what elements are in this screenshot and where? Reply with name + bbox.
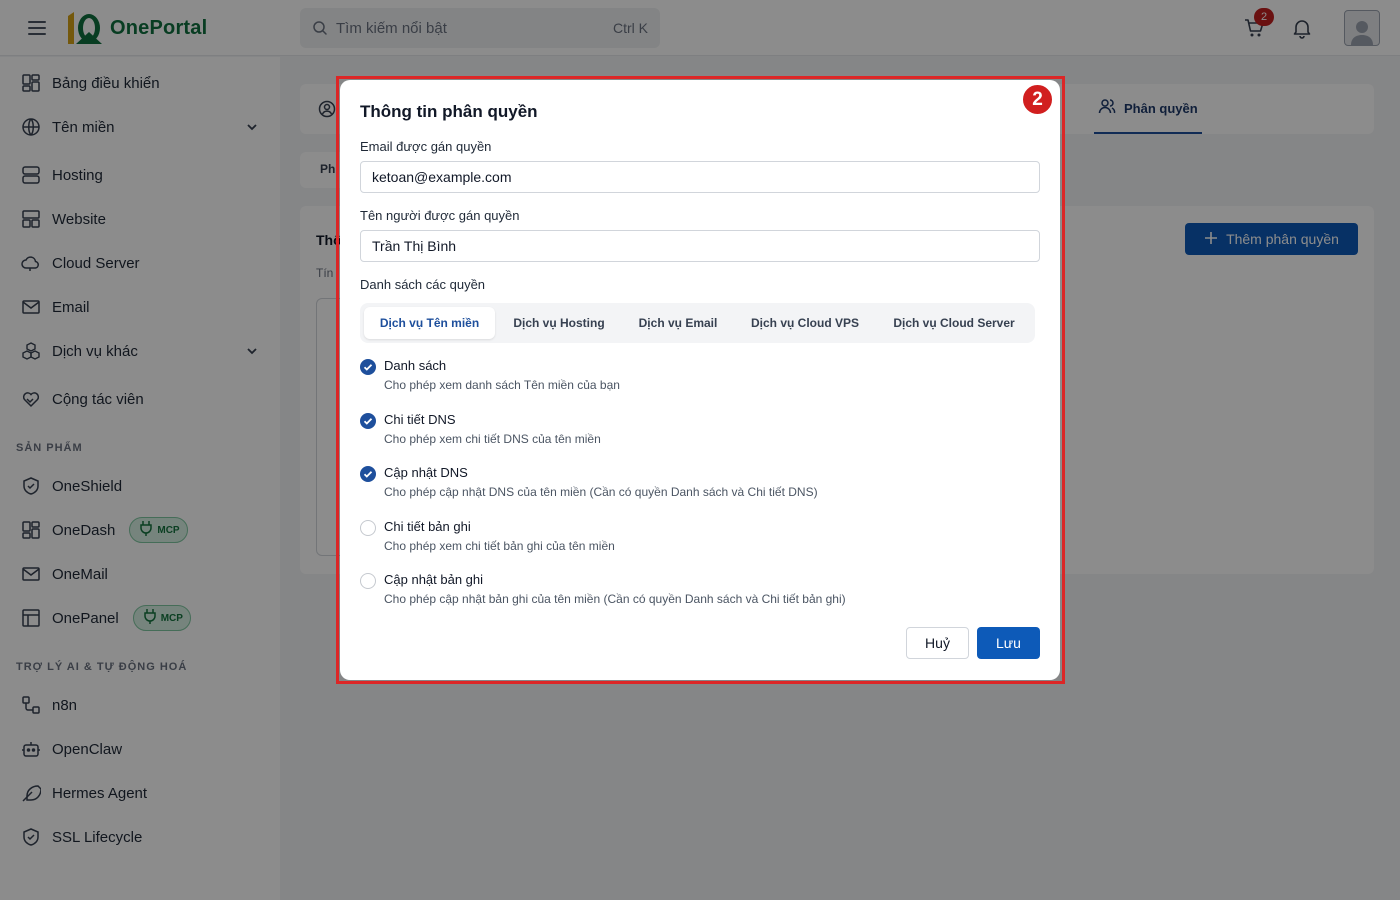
- tab-cloud-vps-service[interactable]: Dịch vụ Cloud VPS: [737, 307, 873, 339]
- tab-hosting-service[interactable]: Dịch vụ Hosting: [499, 307, 619, 339]
- tab-domain-service[interactable]: Dịch vụ Tên miền: [364, 307, 495, 339]
- email-field[interactable]: [360, 161, 1040, 193]
- tab-email-service[interactable]: Dịch vụ Email: [623, 307, 733, 339]
- permission-row: Cập nhật bản ghi Cho phép cập nhật bản g…: [360, 572, 1040, 618]
- permission-desc: Cho phép xem chi tiết bản ghi của tên mi…: [384, 539, 615, 553]
- email-label: Email được gán quyền: [360, 139, 492, 154]
- permission-name: Danh sách: [384, 358, 447, 373]
- tab-cloud-server-service[interactable]: Dịch vụ Cloud Server: [877, 307, 1031, 339]
- step-number-badge: 2: [1021, 83, 1054, 116]
- save-button[interactable]: Lưu: [977, 627, 1040, 659]
- permission-name: Chi tiết DNS: [384, 412, 456, 427]
- cancel-button[interactable]: Huỷ: [906, 627, 969, 659]
- permission-row: Chi tiết bản ghi Cho phép xem chi tiết b…: [360, 519, 1040, 565]
- checkbox-checked[interactable]: [360, 359, 376, 375]
- service-tabs: Dịch vụ Tên miền Dịch vụ Hosting Dịch vụ…: [360, 303, 1035, 343]
- name-field[interactable]: [360, 230, 1040, 262]
- permission-list-label: Danh sách các quyền: [360, 277, 486, 292]
- modal-title: Thông tin phân quyền: [360, 102, 538, 121]
- permission-row: Cập nhật DNS Cho phép cập nhật DNS của t…: [360, 465, 1040, 511]
- permission-name: Chi tiết bản ghi: [384, 519, 471, 534]
- checkbox-unchecked[interactable]: [360, 520, 376, 536]
- permission-desc: Cho phép cập nhật DNS của tên miền (Cần …: [384, 485, 818, 499]
- permission-desc: Cho phép xem chi tiết DNS của tên miền: [384, 432, 601, 446]
- permission-desc: Cho phép cập nhật bản ghi của tên miền (…: [384, 592, 846, 606]
- permission-modal: Thông tin phân quyền Email được gán quyề…: [340, 80, 1060, 680]
- checkbox-checked[interactable]: [360, 466, 376, 482]
- name-label: Tên người được gán quyền: [360, 208, 520, 223]
- permission-row: Danh sách Cho phép xem danh sách Tên miề…: [360, 358, 1040, 404]
- permission-desc: Cho phép xem danh sách Tên miền của bạn: [384, 378, 620, 392]
- permission-name: Cập nhật DNS: [384, 465, 468, 480]
- permission-name: Cập nhật bản ghi: [384, 572, 484, 587]
- checkbox-unchecked[interactable]: [360, 573, 376, 589]
- permission-row: Chi tiết DNS Cho phép xem chi tiết DNS c…: [360, 412, 1040, 458]
- checkbox-checked[interactable]: [360, 413, 376, 429]
